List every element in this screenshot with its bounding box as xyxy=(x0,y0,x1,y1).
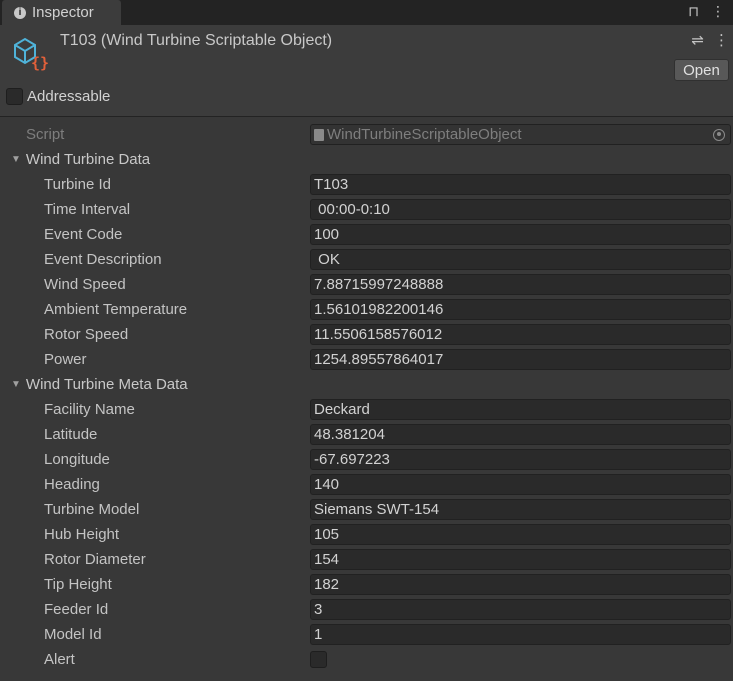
property-row: Turbine Model Siemans SWT-154 xyxy=(0,497,733,522)
property-row: Power 1254.89557864017 xyxy=(0,347,733,372)
field-input[interactable]: 3 xyxy=(310,599,731,620)
field-input[interactable]: 154 xyxy=(310,549,731,570)
alert-checkbox[interactable] xyxy=(310,651,327,668)
property-row: Tip Height 182 xyxy=(0,572,733,597)
field-label: Time Interval xyxy=(44,201,131,218)
field-label: Wind Speed xyxy=(44,276,126,293)
inspector-header: {} T103 (Wind Turbine Scriptable Object)… xyxy=(0,25,733,117)
field-label: Tip Height xyxy=(44,576,112,593)
field-input[interactable]: 1254.89557864017 xyxy=(310,349,731,370)
field-input[interactable]: 1 xyxy=(310,624,731,645)
field-label: Event Code xyxy=(44,226,123,243)
scriptable-object-icon: {} xyxy=(14,37,49,71)
field-input[interactable]: 11.5506158576012 xyxy=(310,324,731,345)
property-row: Ambient Temperature 1.56101982200146 xyxy=(0,297,733,322)
script-row: Script WindTurbineScriptableObject xyxy=(0,122,733,147)
field-input[interactable]: 00:00-0:10 xyxy=(310,199,731,220)
field-input[interactable]: T103 xyxy=(310,174,731,195)
field-label: Power xyxy=(44,351,87,368)
section-title: Wind Turbine Data xyxy=(25,151,151,168)
field-input[interactable]: 182 xyxy=(310,574,731,595)
property-row: Time Interval 00:00-0:10 xyxy=(0,197,733,222)
section-title: Wind Turbine Meta Data xyxy=(25,376,188,393)
svg-text:{}: {} xyxy=(31,54,49,71)
field-input[interactable]: 100 xyxy=(310,224,731,245)
script-field[interactable]: WindTurbineScriptableObject xyxy=(310,124,731,145)
section-header[interactable]: ▼ Wind Turbine Meta Data xyxy=(0,372,733,397)
property-row: Model Id 1 xyxy=(0,622,733,647)
object-title: T103 (Wind Turbine Scriptable Object) xyxy=(60,32,333,49)
foldout-triangle-icon: ▼ xyxy=(11,154,21,165)
field-label: Latitude xyxy=(44,426,98,443)
field-input[interactable]: Deckard xyxy=(310,399,731,420)
object-picker-icon[interactable] xyxy=(713,128,725,141)
field-input[interactable]: -67.697223 xyxy=(310,449,731,470)
field-label: Rotor Speed xyxy=(44,326,129,343)
field-label: Model Id xyxy=(44,626,102,643)
field-label: Turbine Model xyxy=(44,501,140,518)
property-row: Turbine Id T103 xyxy=(0,172,733,197)
section-foldout[interactable]: ▼ Wind Turbine Data xyxy=(11,151,150,168)
field-label: Event Description xyxy=(44,251,162,268)
property-row: Latitude 48.381204 xyxy=(0,422,733,447)
more-options-icon[interactable]: ⋮ xyxy=(711,3,725,20)
section-header[interactable]: ▼ Wind Turbine Data xyxy=(0,147,733,172)
field-input[interactable]: 48.381204 xyxy=(310,424,731,445)
property-row: Longitude -67.697223 xyxy=(0,447,733,472)
field-input[interactable]: 1.56101982200146 xyxy=(310,299,731,320)
property-row: Feeder Id 3 xyxy=(0,597,733,622)
property-row: Hub Height 105 xyxy=(0,522,733,547)
lock-icon[interactable]: ⊓ xyxy=(688,3,699,20)
field-input[interactable]: 140 xyxy=(310,474,731,495)
tab-inspector[interactable]: i Inspector xyxy=(2,0,121,25)
script-file-icon xyxy=(314,128,324,141)
script-label: Script xyxy=(26,126,65,143)
field-input[interactable]: Siemans SWT-154 xyxy=(310,499,731,520)
property-row: Wind Speed 7.88715997248888 xyxy=(0,272,733,297)
field-label: Turbine Id xyxy=(44,176,111,193)
property-row: Heading 140 xyxy=(0,472,733,497)
field-label: Longitude xyxy=(44,451,110,468)
field-label: Facility Name xyxy=(44,401,135,418)
info-icon: i xyxy=(14,6,26,19)
alert-label: Alert xyxy=(44,651,75,668)
field-input[interactable]: OK xyxy=(310,249,731,270)
more-options-icon[interactable]: ⋮ xyxy=(714,31,729,49)
field-label: Rotor Diameter xyxy=(44,551,146,568)
alert-row: Alert xyxy=(0,647,733,672)
property-row: Rotor Speed 11.5506158576012 xyxy=(0,322,733,347)
field-label: Feeder Id xyxy=(44,601,109,618)
script-value: WindTurbineScriptableObject xyxy=(327,126,522,143)
field-input[interactable]: 7.88715997248888 xyxy=(310,274,731,295)
field-label: Hub Height xyxy=(44,526,120,543)
foldout-triangle-icon: ▼ xyxy=(11,379,21,390)
property-row: Rotor Diameter 154 xyxy=(0,547,733,572)
open-button[interactable]: Open xyxy=(674,59,729,81)
field-input[interactable]: 105 xyxy=(310,524,731,545)
settings-sliders-icon[interactable]: ⇌ xyxy=(691,31,704,49)
addressable-checkbox[interactable] xyxy=(6,88,23,105)
tab-bar: i Inspector ⊓ ⋮ xyxy=(0,0,733,25)
property-row: Facility Name Deckard xyxy=(0,397,733,422)
tab-label: Inspector xyxy=(32,4,94,21)
property-row: Event Description OK xyxy=(0,247,733,272)
field-label: Heading xyxy=(44,476,100,493)
addressable-label: Addressable xyxy=(27,88,111,105)
field-label: Ambient Temperature xyxy=(44,301,188,318)
section-foldout[interactable]: ▼ Wind Turbine Meta Data xyxy=(11,376,188,393)
property-row: Event Code 100 xyxy=(0,222,733,247)
